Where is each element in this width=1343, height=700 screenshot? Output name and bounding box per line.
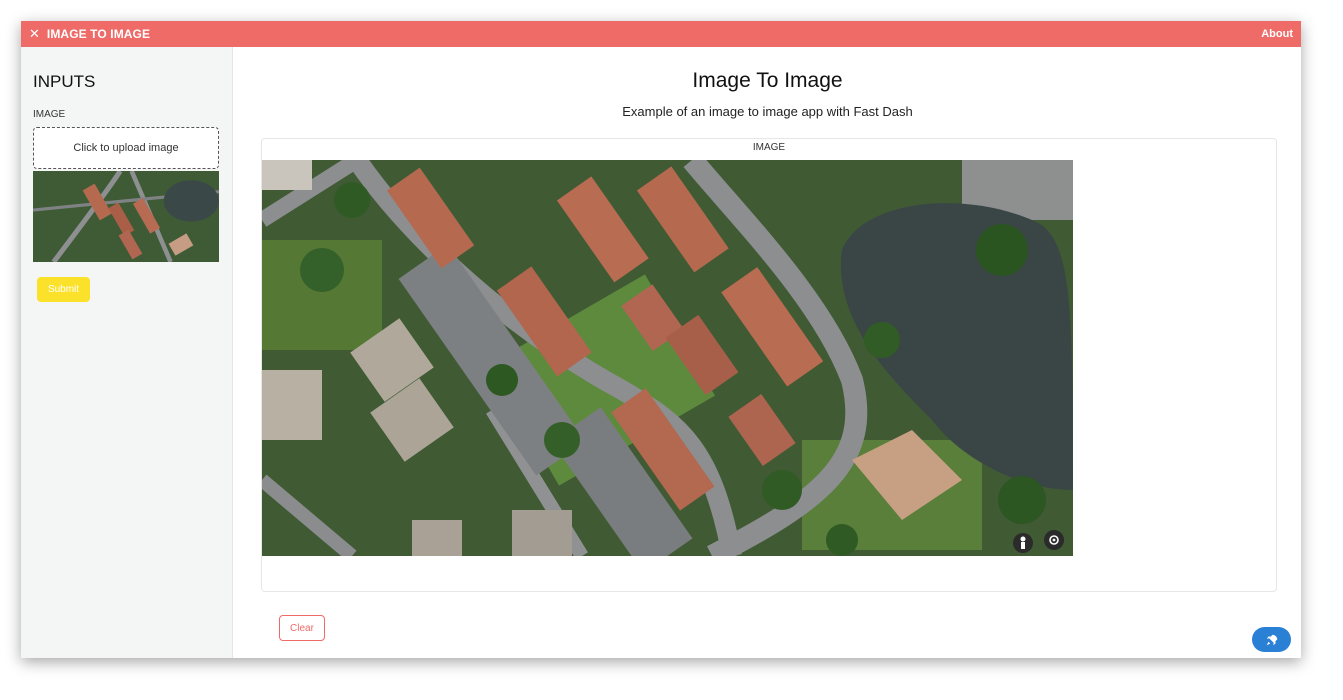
upload-text: Click to upload image [73, 142, 179, 154]
clear-button[interactable]: Clear [279, 615, 325, 641]
rocket-fab-button[interactable] [1252, 627, 1291, 652]
main-panel: Image To Image Example of an image to im… [234, 47, 1301, 658]
output-image [262, 160, 1073, 556]
page-subtitle: Example of an image to image app with Fa… [622, 104, 913, 119]
top-bar: ✕ IMAGE TO IMAGE About [21, 21, 1301, 47]
rocket-icon [1266, 634, 1277, 645]
inputs-sidebar: INPUTS IMAGE Click to upload image Submi… [21, 47, 233, 658]
output-label: IMAGE [752, 142, 786, 153]
submit-button[interactable]: Submit [37, 277, 90, 302]
close-icon[interactable]: ✕ [29, 26, 40, 42]
about-link[interactable]: About [1261, 28, 1293, 40]
output-card: IMAGE [261, 138, 1277, 592]
image-upload-dropzone[interactable]: Click to upload image [33, 127, 219, 169]
app-window: ✕ IMAGE TO IMAGE About INPUTS IMAGE Clic… [21, 21, 1301, 658]
uploaded-image-preview [33, 171, 219, 262]
image-input-label: IMAGE [33, 109, 66, 120]
inputs-heading: INPUTS [33, 72, 96, 91]
app-title: IMAGE TO IMAGE [46, 27, 151, 41]
page-title: Image To Image [692, 69, 843, 92]
